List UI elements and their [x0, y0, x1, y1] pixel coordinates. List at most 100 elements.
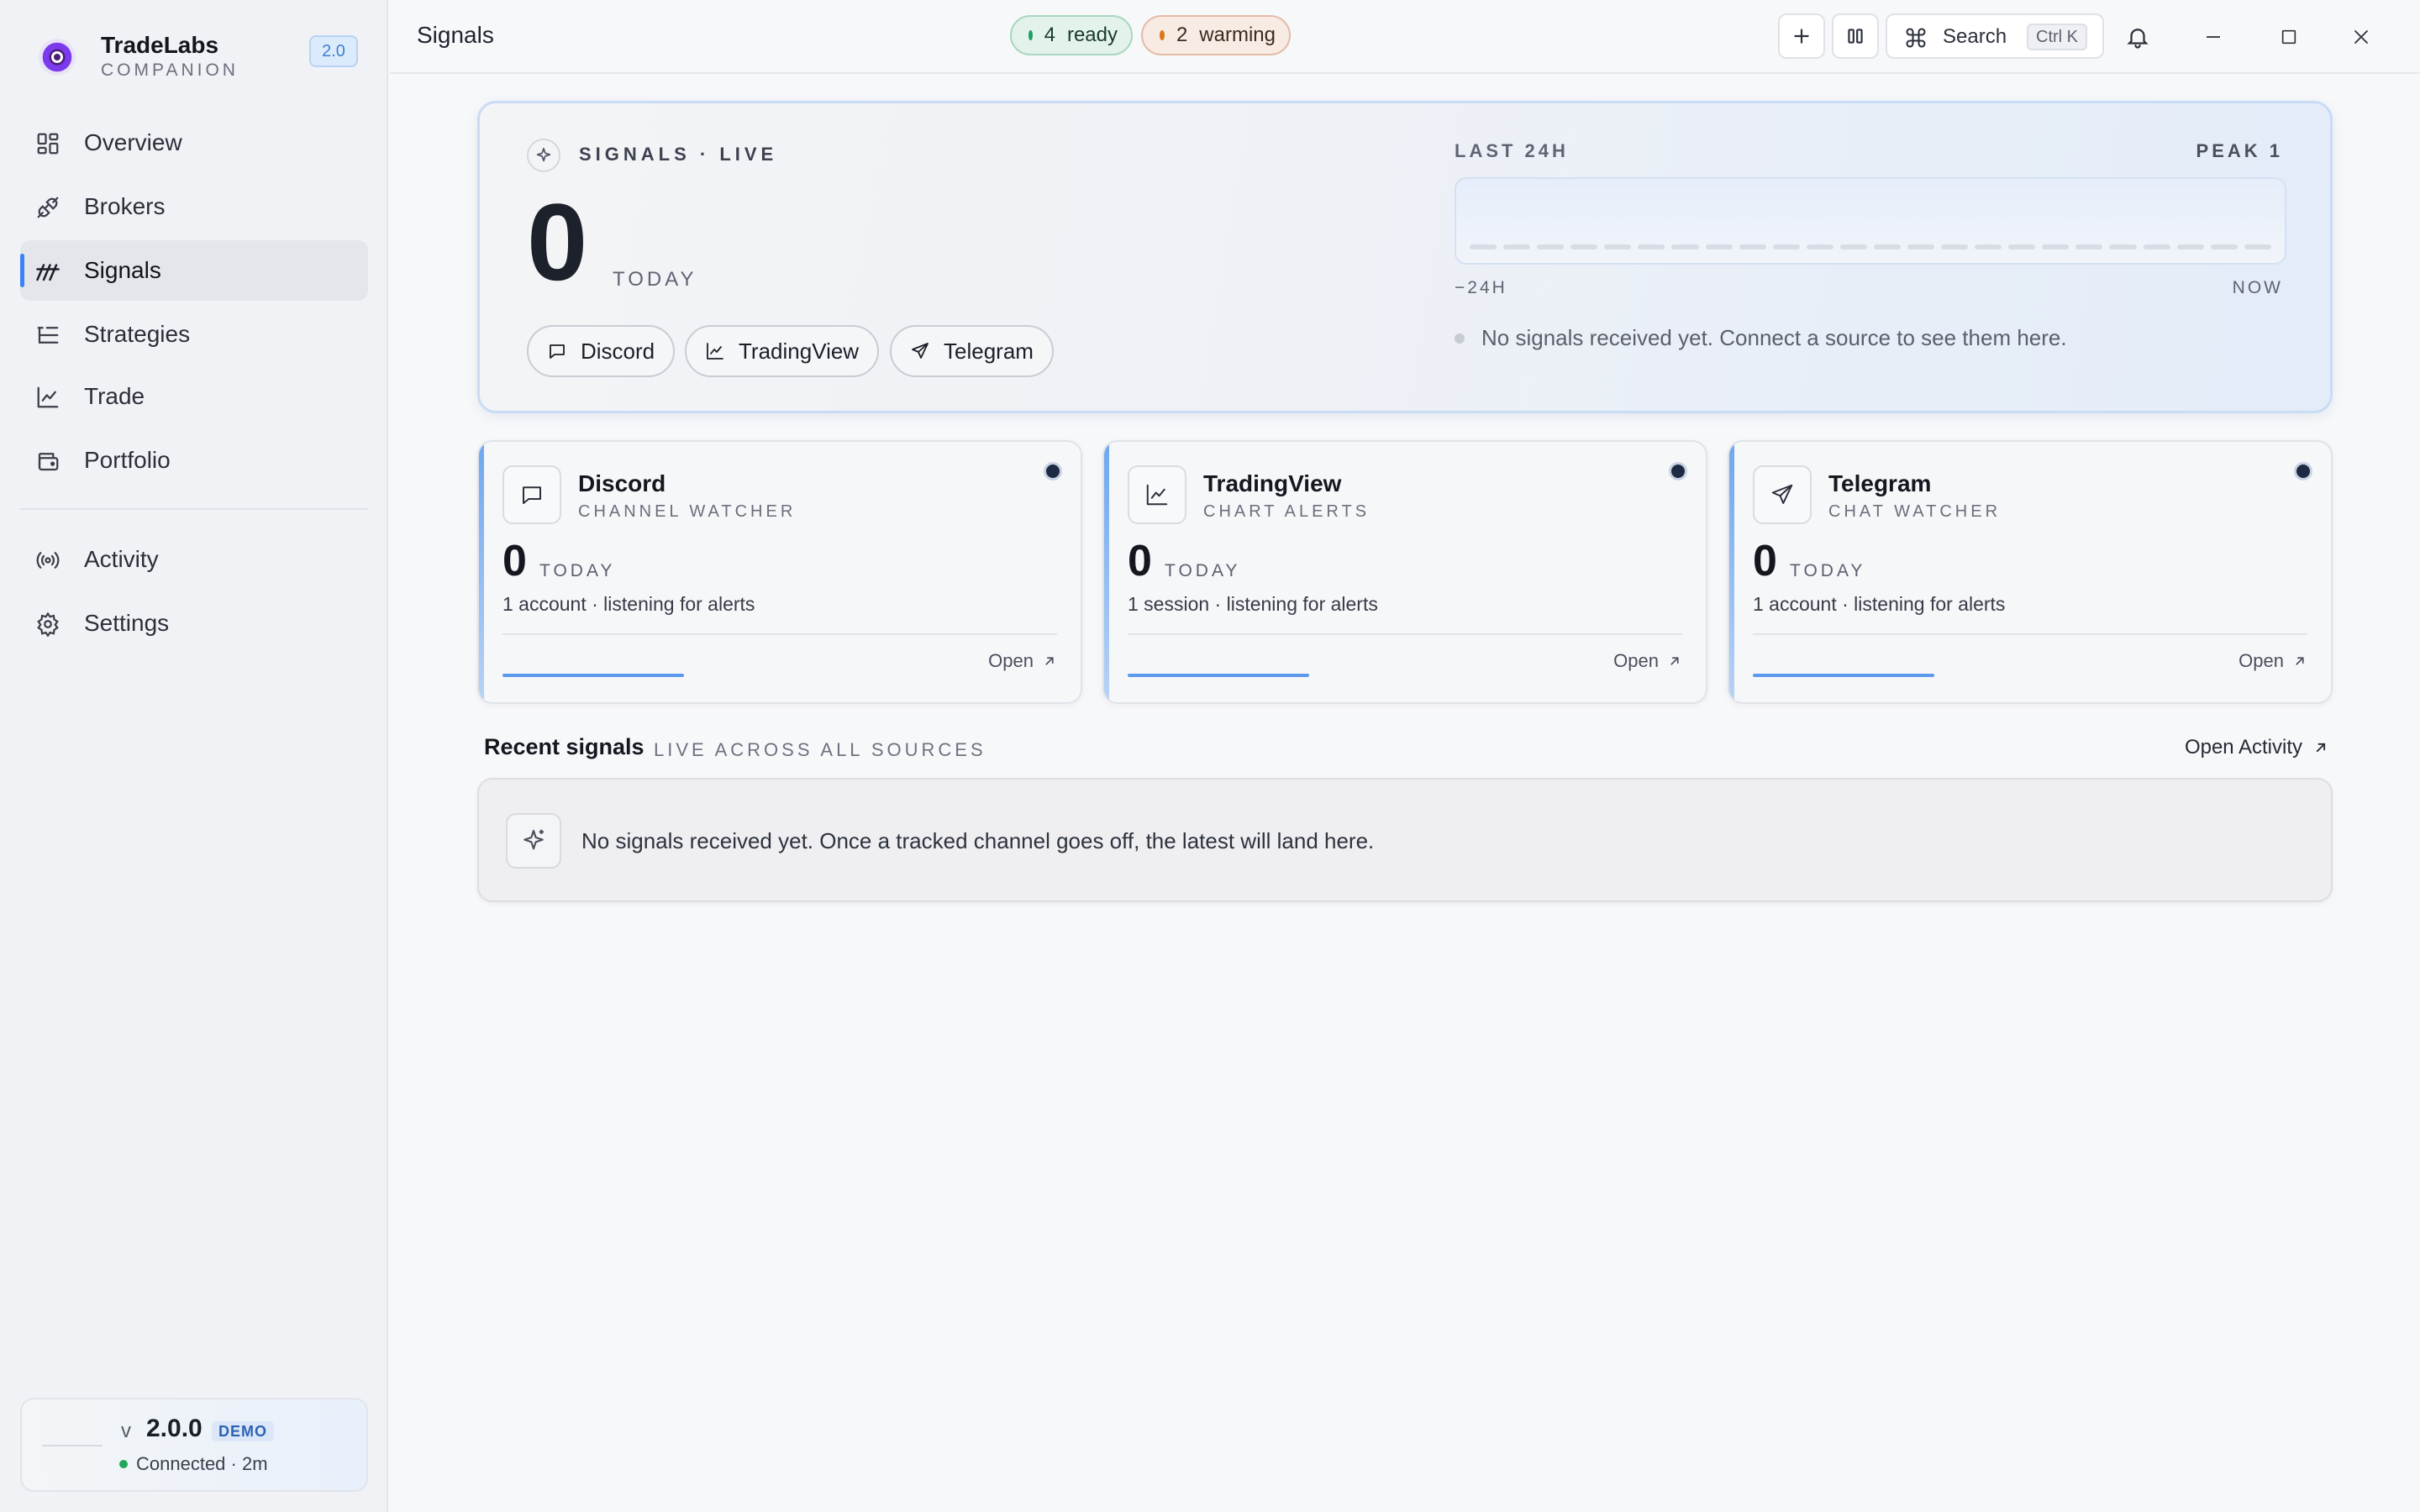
broadcast-icon	[36, 552, 60, 569]
arrow-up-right-icon	[2316, 743, 2326, 753]
sparkle-icon	[527, 139, 560, 172]
telegram-source-label: Telegram	[944, 338, 1034, 364]
sidebar-item-settings[interactable]: Settings	[20, 593, 368, 654]
hero-empty-message: No signals received yet. Connect a sourc…	[1481, 325, 2067, 350]
sidebar-item-label: Signals	[84, 257, 161, 283]
tradingview-card[interactable]: TradingView CHART ALERTS 0 TODAY 1 sessi…	[1102, 440, 1707, 704]
maximize-icon	[2281, 29, 2296, 45]
sparkline-bars	[1470, 244, 2271, 249]
brand-title: TradeLabs	[101, 32, 219, 58]
sidebar-item-label: Brokers	[84, 193, 166, 219]
sparkline-bar	[1537, 244, 1565, 249]
signals-live-card: SIGNALS · LIVE 0 TODAY Discord TradingVi…	[477, 101, 2333, 413]
card-open-link[interactable]: Open	[2238, 650, 2307, 672]
sidebar-item-brokers[interactable]: Brokers	[20, 176, 368, 237]
columns-icon	[1848, 29, 1863, 44]
warming-label: warming	[1199, 24, 1276, 46]
sparkline-bar	[1671, 244, 1699, 249]
version-card: v 2.0.0 DEMO Connected · 2m	[20, 1398, 368, 1492]
card-activity-bar	[1128, 674, 1309, 677]
open-activity-link[interactable]: Open Activity	[2185, 736, 2329, 759]
wallet-icon	[38, 453, 59, 471]
signals-today-count: 0	[527, 181, 588, 303]
sparkline-bar	[2244, 244, 2271, 249]
signal-icon	[36, 264, 60, 281]
card-count: 0	[1128, 537, 1152, 585]
warming-status-pill[interactable]: 2 warming	[1141, 15, 1291, 55]
card-title: TradingView	[1203, 470, 1342, 496]
sidebar-item-label: Settings	[84, 610, 170, 636]
sparkline-bar	[1570, 244, 1598, 249]
window-label: LAST 24H	[1455, 140, 1569, 161]
message-icon	[550, 344, 565, 359]
card-subtitle: CHANNEL WATCHER	[578, 502, 797, 521]
grid-icon	[37, 133, 59, 155]
sparkline-bar	[2075, 244, 2103, 249]
version-badge: 2.0	[309, 35, 358, 67]
sidebar-item-activity[interactable]: Activity	[20, 529, 368, 590]
card-activity-bar	[502, 674, 684, 677]
sparkline-axis-end: NOW	[2232, 278, 2283, 297]
plus-icon	[1794, 29, 1809, 44]
card-open-label: Open	[988, 650, 1034, 671]
brand-subtitle: COMPANION	[101, 60, 239, 80]
sparkline-bar	[1772, 244, 1800, 249]
search-shortcut: Ctrl K	[2027, 24, 2087, 50]
warming-dot	[1160, 30, 1165, 40]
add-button[interactable]	[1778, 13, 1825, 59]
version-prefix: v	[121, 1420, 131, 1442]
notifications-button[interactable]	[2121, 20, 2154, 54]
tradingview-source-label: TradingView	[739, 338, 860, 364]
close-icon	[2354, 30, 2368, 44]
maximize-button[interactable]	[2272, 20, 2306, 54]
plug-icon	[37, 197, 59, 218]
sidebar-item-label: Strategies	[84, 321, 191, 347]
sidebar-item-portfolio[interactable]: Portfolio	[20, 430, 368, 491]
card-divider	[1128, 633, 1682, 635]
minimize-button[interactable]	[2196, 20, 2230, 54]
demo-badge: DEMO	[212, 1421, 274, 1441]
sidebar-item-label: Overview	[84, 129, 182, 155]
gear-icon	[37, 612, 59, 637]
open-activity-label: Open Activity	[2184, 736, 2302, 759]
card-detail: 1 session · listening for alerts	[1128, 593, 1378, 615]
card-open-link[interactable]: Open	[988, 650, 1057, 672]
recent-signals-subtitle: LIVE ACROSS ALL SOURCES	[654, 739, 986, 760]
ready-label: ready	[1066, 24, 1118, 46]
sidebar-item-strategies[interactable]: Strategies	[20, 304, 368, 365]
list-tree-icon	[37, 327, 59, 344]
recent-signals-empty: No signals received yet. Once a tracked …	[477, 778, 2333, 902]
telegram-card[interactable]: Telegram CHAT WATCHER 0 TODAY 1 account …	[1728, 440, 2333, 704]
sidebar-item-trade[interactable]: Trade	[20, 366, 368, 427]
sidebar-item-label: Portfolio	[84, 447, 171, 473]
empty-status-dot	[1455, 333, 1465, 344]
bell-icon	[2127, 29, 2149, 49]
ready-status-pill[interactable]: 4 ready	[1010, 15, 1133, 55]
search-button[interactable]: Search Ctrl K	[1886, 13, 2104, 59]
discord-card[interactable]: Discord CHANNEL WATCHER 0 TODAY 1 accoun…	[477, 440, 1082, 704]
sparkline-bar	[1739, 244, 1766, 249]
sparkline-bar	[1705, 244, 1733, 249]
card-open-link[interactable]: Open	[1613, 650, 1682, 672]
discord-source-button[interactable]: Discord	[527, 325, 676, 377]
close-button[interactable]	[2344, 20, 2378, 54]
telegram-source-button[interactable]: Telegram	[890, 325, 1054, 377]
sparkline-bar	[1638, 244, 1665, 249]
sidebar-item-signals[interactable]: Signals	[20, 240, 368, 301]
tradingview-source-button[interactable]: TradingView	[685, 325, 880, 377]
search-label: Search	[1943, 25, 2007, 48]
hero-label: SIGNALS · LIVE	[579, 144, 778, 165]
sidebar-item-label: Activity	[84, 546, 159, 572]
recent-empty-message: No signals received yet. Once a tracked …	[581, 828, 1375, 853]
layout-toggle-button[interactable]	[1832, 13, 1879, 59]
version-number: 2.0.0	[146, 1415, 203, 1442]
sparkline-bar	[2042, 244, 2070, 249]
card-count: 0	[502, 537, 527, 585]
page-title: Signals	[417, 22, 494, 48]
arrow-up-right-icon	[1670, 657, 1679, 665]
sparkline-bar	[1873, 244, 1902, 249]
card-detail: 1 account · listening for alerts	[502, 593, 755, 615]
brand[interactable]: TradeLabs COMPANION 2.0	[39, 27, 358, 81]
sidebar-item-overview[interactable]: Overview	[20, 113, 368, 173]
sparkline-bar	[2143, 244, 2170, 249]
